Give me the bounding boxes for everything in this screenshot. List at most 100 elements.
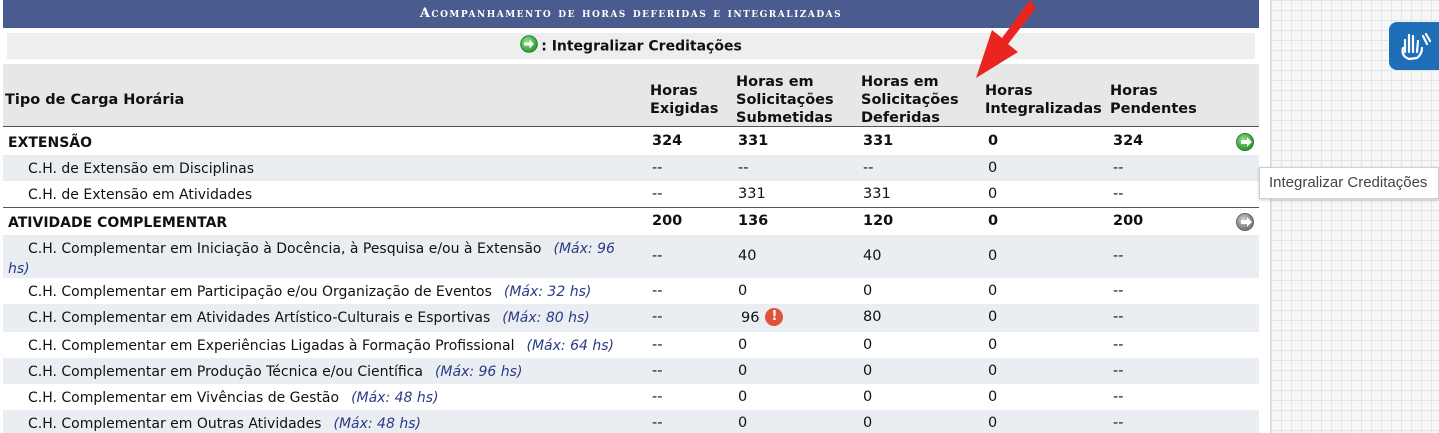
col-pendentes-line: Pendentes bbox=[1110, 101, 1197, 117]
row-label-text: C.H. Complementar em Vivências de Gestão bbox=[28, 390, 340, 406]
cell-pendentes: 200 bbox=[1113, 213, 1144, 229]
cell-exigidas: -- bbox=[652, 283, 663, 299]
cell-integralizadas: 0 bbox=[988, 389, 998, 405]
col-deferidas-line: Horas em bbox=[861, 74, 939, 90]
table-row: C.H. Complementar em Iniciação à Docênci… bbox=[3, 235, 1259, 278]
cell-integralizadas: 0 bbox=[988, 160, 998, 176]
main-panel: Acompanhamento de horas deferidas e inte… bbox=[0, 0, 1261, 433]
group-row-extensao: EXTENSÃO 324 331 331 0 324 bbox=[3, 128, 1259, 155]
table-row: C.H. Complementar em Produção Técnica e/… bbox=[3, 358, 1259, 384]
row-label: C.H. Complementar em Atividades Artístic… bbox=[28, 308, 648, 328]
col-exigidas-line: Horas bbox=[650, 83, 698, 99]
legend-bar: : Integralizar Creditações bbox=[7, 33, 1255, 59]
cell-deferidas: 0 bbox=[863, 389, 873, 405]
integralizar-go-icon[interactable] bbox=[1236, 133, 1254, 151]
cell-integralizadas: 0 bbox=[988, 248, 998, 264]
table-header: Tipo de Carga Horária Horas Exigidas Hor… bbox=[3, 64, 1259, 127]
warning-icon[interactable]: ! bbox=[765, 308, 784, 326]
table-row: C.H. de Extensão em Atividades -- 331 33… bbox=[3, 181, 1259, 207]
col-submetidas-line: Solicitações bbox=[736, 92, 834, 108]
col-pendentes-header: Horas Pendentes bbox=[1110, 82, 1197, 118]
table-row: C.H. Complementar em Experiências Ligada… bbox=[3, 332, 1259, 358]
row-label: C.H. Complementar em Participação e/ou O… bbox=[28, 282, 648, 302]
red-arrow-annotation-icon bbox=[976, 0, 1036, 78]
cell-integralizadas: 0 bbox=[988, 213, 999, 229]
sign-language-hands-icon bbox=[1401, 32, 1432, 61]
table-row: C.H. Complementar em Participação e/ou O… bbox=[3, 278, 1259, 304]
cell-exigidas: -- bbox=[652, 160, 663, 176]
row-label: C.H. de Extensão em Disciplinas bbox=[28, 159, 648, 179]
cell-submetidas-with-warning: 96! bbox=[741, 308, 784, 327]
max-hours: (Máx: 48 hs) bbox=[333, 416, 421, 432]
table-row: C.H. Complementar em Atividades Artístic… bbox=[3, 304, 1259, 332]
cell-exigidas: -- bbox=[652, 415, 663, 431]
cell-integralizadas: 0 bbox=[988, 186, 998, 202]
col-pendentes-line: Horas bbox=[1110, 83, 1158, 99]
cell-submetidas: 0 bbox=[738, 415, 748, 431]
group-row-atividade-complementar: ATIVIDADE COMPLEMENTAR 200 136 120 0 200 bbox=[3, 207, 1259, 235]
cell-deferidas: 331 bbox=[863, 133, 894, 149]
col-submetidas-line: Horas em bbox=[736, 74, 814, 90]
row-label: C.H. de Extensão em Atividades bbox=[28, 185, 648, 205]
cell-exigidas: -- bbox=[652, 309, 663, 325]
cell-deferidas: 0 bbox=[863, 283, 873, 299]
page-title: Acompanhamento de horas deferidas e inte… bbox=[3, 0, 1259, 28]
cell-submetidas: -- bbox=[738, 160, 749, 176]
cell-pendentes: 324 bbox=[1113, 133, 1144, 149]
go-arrow-icon bbox=[520, 35, 539, 62]
cell-submetidas: 0 bbox=[738, 389, 748, 405]
col-submetidas-header: Horas em Solicitações Submetidas bbox=[736, 73, 834, 127]
table-row: C.H. Complementar em Vivências de Gestão… bbox=[3, 384, 1259, 410]
col-integralizadas-line: Integralizadas bbox=[985, 101, 1102, 117]
row-label: C.H. Complementar em Outras Atividades (M… bbox=[28, 414, 648, 433]
cell-submetidas: 0 bbox=[738, 363, 748, 379]
cell-integralizadas: 0 bbox=[988, 363, 998, 379]
cell-submetidas: 331 bbox=[738, 133, 769, 149]
row-label-text: C.H. Complementar em Participação e/ou O… bbox=[28, 284, 492, 300]
cell-submetidas: 331 bbox=[738, 186, 766, 202]
col-tipo-header: Tipo de Carga Horária bbox=[5, 92, 185, 108]
cell-pendentes: -- bbox=[1113, 389, 1124, 405]
col-deferidas-header: Horas em Solicitações Deferidas bbox=[861, 73, 959, 127]
cell-submetidas: 136 bbox=[738, 213, 769, 229]
cell-submetidas: 96 bbox=[741, 310, 760, 326]
cell-submetidas: 40 bbox=[738, 248, 757, 264]
cell-pendentes: -- bbox=[1113, 248, 1124, 264]
cell-deferidas: -- bbox=[863, 160, 874, 176]
cell-exigidas: -- bbox=[652, 186, 663, 202]
cell-pendentes: -- bbox=[1113, 160, 1124, 176]
col-deferidas-line: Solicitações bbox=[861, 92, 959, 108]
cell-deferidas: 0 bbox=[863, 415, 873, 431]
cell-exigidas: -- bbox=[652, 337, 663, 353]
col-integralizadas-header: Horas Integralizadas bbox=[985, 82, 1102, 118]
row-label-text: C.H. de Extensão em Atividades bbox=[28, 187, 253, 203]
cell-integralizadas: 0 bbox=[988, 133, 999, 149]
cell-deferidas: 0 bbox=[863, 363, 873, 379]
max-hours: (Máx: 48 hs) bbox=[351, 390, 439, 406]
row-label-text: C.H. Complementar em Produção Técnica e/… bbox=[28, 364, 423, 380]
cell-integralizadas: 0 bbox=[988, 337, 998, 353]
integralizar-disabled-icon bbox=[1236, 213, 1254, 231]
cell-pendentes: -- bbox=[1113, 186, 1124, 202]
col-exigidas-line: Exigidas bbox=[650, 101, 719, 117]
row-label-text: C.H. Complementar em Outras Atividades bbox=[28, 416, 322, 432]
max-hours: (Máx: 80 hs) bbox=[502, 310, 590, 326]
accessibility-button[interactable] bbox=[1389, 22, 1439, 70]
row-label-text: C.H. Complementar em Iniciação à Docênci… bbox=[28, 241, 542, 257]
cell-pendentes: -- bbox=[1113, 363, 1124, 379]
cell-exigidas: 324 bbox=[652, 133, 683, 149]
cell-pendentes: -- bbox=[1113, 283, 1124, 299]
cell-integralizadas: 0 bbox=[988, 415, 998, 431]
tooltip: Integralizar Creditações bbox=[1259, 167, 1439, 199]
cell-submetidas: 0 bbox=[738, 283, 748, 299]
row-label-text: C.H. de Extensão em Disciplinas bbox=[28, 161, 255, 177]
col-integralizadas-line: Horas bbox=[985, 83, 1033, 99]
table-row: C.H. Complementar em Outras Atividades (M… bbox=[3, 410, 1259, 433]
cell-deferidas: 40 bbox=[863, 248, 882, 264]
cell-deferidas: 120 bbox=[863, 213, 894, 229]
row-label: C.H. Complementar em Vivências de Gestão… bbox=[28, 388, 648, 408]
max-hours: (Máx: 96 hs) bbox=[434, 364, 523, 380]
cell-exigidas: -- bbox=[652, 248, 663, 264]
col-exigidas-header: Horas Exigidas bbox=[650, 82, 718, 118]
row-label: C.H. Complementar em Iniciação à Docênci… bbox=[8, 239, 628, 279]
